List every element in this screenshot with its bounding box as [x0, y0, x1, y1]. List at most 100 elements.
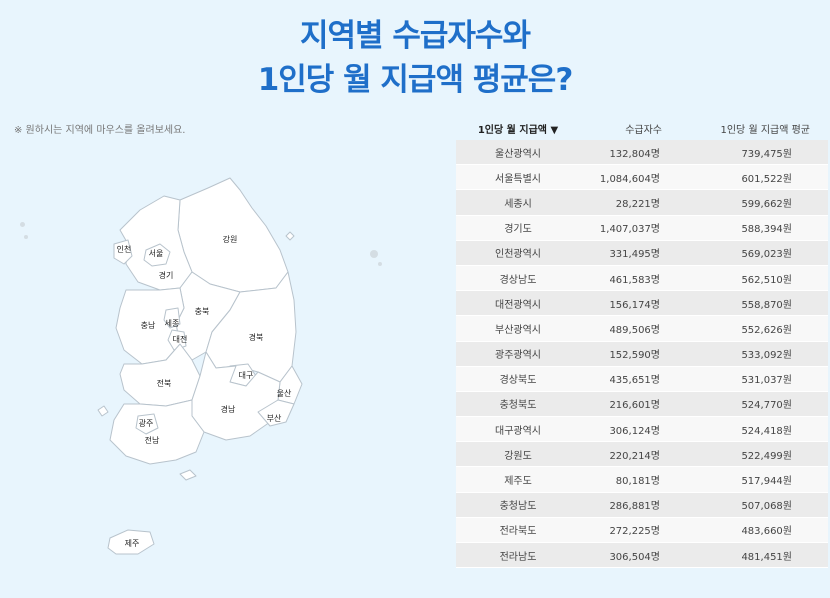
avg-cell: 569,023원 [666, 240, 828, 266]
label-gangwon: 강원 [223, 234, 238, 244]
region-cell: 대구광역시 [456, 416, 580, 443]
region-cell: 경기도 [456, 215, 580, 241]
avg-cell: 524,418원 [666, 416, 828, 443]
count-cell: 461,583명 [580, 265, 666, 292]
label-jeju: 제주 [125, 539, 140, 548]
island-south [179, 469, 197, 481]
label-incheon: 인천 [117, 244, 132, 254]
table-row[interactable]: 세종시 28,221명 599,662원 [456, 189, 828, 216]
label-seoul: 서울 [149, 249, 164, 258]
region-table-grid: 1인당 월 지급액 ▼ 수급자수 1인당 월 지급액 평균 울산광역시 132,8… [456, 116, 828, 569]
avg-cell: 483,660원 [666, 517, 828, 544]
sort-by-avg-header[interactable]: 1인당 월 지급액 ▼ [456, 116, 580, 140]
table-header-row: 1인당 월 지급액 ▼ 수급자수 1인당 월 지급액 평균 [456, 116, 828, 140]
avg-cell: 524,770원 [666, 391, 828, 418]
table-row[interactable]: 제주도 80,181명 517,944원 [456, 466, 828, 493]
table-row[interactable]: 경기도 1,407,037명 588,394원 [456, 215, 828, 241]
count-cell: 1,407,037명 [580, 215, 666, 241]
table-row[interactable]: 부산광역시 489,506명 552,626원 [456, 315, 828, 342]
avg-cell: 599,662원 [666, 189, 828, 216]
table-row[interactable]: 전라남도 306,504명 481,451원 [456, 542, 828, 569]
label-gyeongnam: 경남 [221, 404, 236, 414]
avg-cell: 517,944원 [666, 466, 828, 493]
region-cell: 울산광역시 [456, 140, 580, 166]
label-daegu: 대구 [239, 371, 254, 380]
region-cell: 전라북도 [456, 517, 580, 544]
page-title: 지역별 수급자수와 1인당 월 지급액 평균은? [0, 14, 830, 102]
korea-map: 인천 서울 경기 강원 충북 충남 세종 대전 경북 전북 대구 울산 경남 부… [80, 160, 320, 580]
label-gyeongbuk: 경북 [249, 332, 264, 342]
count-cell: 220,214명 [580, 441, 666, 468]
table-row[interactable]: 충청남도 286,881명 507,068원 [456, 492, 828, 518]
count-cell: 272,225명 [580, 517, 666, 544]
label-jeonnam: 전남 [145, 435, 160, 445]
table-row[interactable]: 대전광역시 156,174명 558,870원 [456, 290, 828, 317]
label-ulsan: 울산 [277, 388, 292, 398]
region-cell: 세종시 [456, 189, 580, 216]
avg-cell: 481,451원 [666, 542, 828, 569]
decor-dot [378, 262, 382, 266]
count-cell: 216,601명 [580, 391, 666, 418]
label-chungnam: 충남 [141, 321, 156, 330]
region-cell: 경상북도 [456, 366, 580, 392]
region-cell: 부산광역시 [456, 315, 580, 342]
region-cell: 인천광역시 [456, 240, 580, 266]
korea-map-svg: 인천 서울 경기 강원 충북 충남 세종 대전 경북 전북 대구 울산 경남 부… [97, 177, 303, 555]
count-cell: 435,651명 [580, 366, 666, 392]
count-cell: 28,221명 [580, 189, 666, 216]
table-body: 울산광역시 132,804명 739,475원 서울특별시 1,084,604명 601,… [456, 140, 828, 569]
decor-dot [20, 222, 25, 227]
table-row[interactable]: 광주광역시 152,590명 533,092원 [456, 341, 828, 367]
island-west [97, 405, 109, 417]
table-row[interactable]: 대구광역시 306,124명 524,418원 [456, 416, 828, 443]
page-title-line1: 지역별 수급자수와 [300, 18, 531, 54]
table-row[interactable]: 경상북도 435,651명 531,037원 [456, 366, 828, 392]
region-cell: 경상남도 [456, 265, 580, 292]
page-title-line2: 1인당 월 지급액 평균은? [257, 62, 574, 98]
decor-dot [24, 235, 28, 239]
avg-cell: 531,037원 [666, 366, 828, 392]
label-gwangju: 광주 [139, 418, 154, 428]
region-table: 1인당 월 지급액 ▼ 수급자수 1인당 월 지급액 평균 울산광역시 132,8… [456, 116, 828, 569]
avg-cell: 507,068원 [666, 492, 828, 518]
avg-cell: 552,626원 [666, 315, 828, 342]
region-cell: 광주광역시 [456, 341, 580, 367]
avg-header[interactable]: 1인당 월 지급액 평균 [666, 116, 828, 140]
table-row[interactable]: 강원도 220,214명 522,499원 [456, 441, 828, 468]
label-busan: 부산 [267, 413, 282, 423]
label-sejong: 세종 [165, 319, 180, 328]
avg-cell: 562,510원 [666, 265, 828, 292]
avg-cell: 601,522원 [666, 164, 828, 191]
label-jeonbuk: 전북 [157, 378, 172, 388]
label-gyeonggi: 경기 [159, 270, 174, 280]
table-row[interactable]: 충청북도 216,601명 524,770원 [456, 391, 828, 418]
count-cell: 152,590명 [580, 341, 666, 367]
avg-cell: 533,092원 [666, 341, 828, 367]
island-ulleung [285, 231, 295, 241]
region-cell: 충청북도 [456, 391, 580, 418]
region-cell: 서울특별시 [456, 164, 580, 191]
count-cell: 80,181명 [580, 466, 666, 493]
table-row[interactable]: 경상남도 461,583명 562,510원 [456, 265, 828, 292]
table-row[interactable]: 서울특별시 1,084,604명 601,522원 [456, 164, 828, 191]
count-header[interactable]: 수급자수 [580, 116, 666, 140]
count-cell: 132,804명 [580, 140, 666, 166]
table-row[interactable]: 울산광역시 132,804명 739,475원 [456, 140, 828, 166]
count-cell: 306,504명 [580, 542, 666, 569]
region-cell: 대전광역시 [456, 290, 580, 317]
region-cell: 전라남도 [456, 542, 580, 569]
region-cell: 제주도 [456, 466, 580, 493]
region-cell: 강원도 [456, 441, 580, 468]
avg-cell: 522,499원 [666, 441, 828, 468]
label-chungbuk: 충북 [195, 307, 210, 316]
label-daejeon: 대전 [173, 334, 188, 344]
count-cell: 156,174명 [580, 290, 666, 317]
hover-hint: ※ 원하시는 지역에 마우스를 올려보세요. [14, 125, 186, 136]
avg-cell: 739,475원 [666, 140, 828, 166]
table-row[interactable]: 인천광역시 331,495명 569,023원 [456, 240, 828, 266]
avg-cell: 558,870원 [666, 290, 828, 317]
count-cell: 489,506명 [580, 315, 666, 342]
region-jeonnam[interactable] [109, 399, 205, 465]
table-row[interactable]: 전라북도 272,225명 483,660원 [456, 517, 828, 544]
region-cell: 충청남도 [456, 492, 580, 518]
